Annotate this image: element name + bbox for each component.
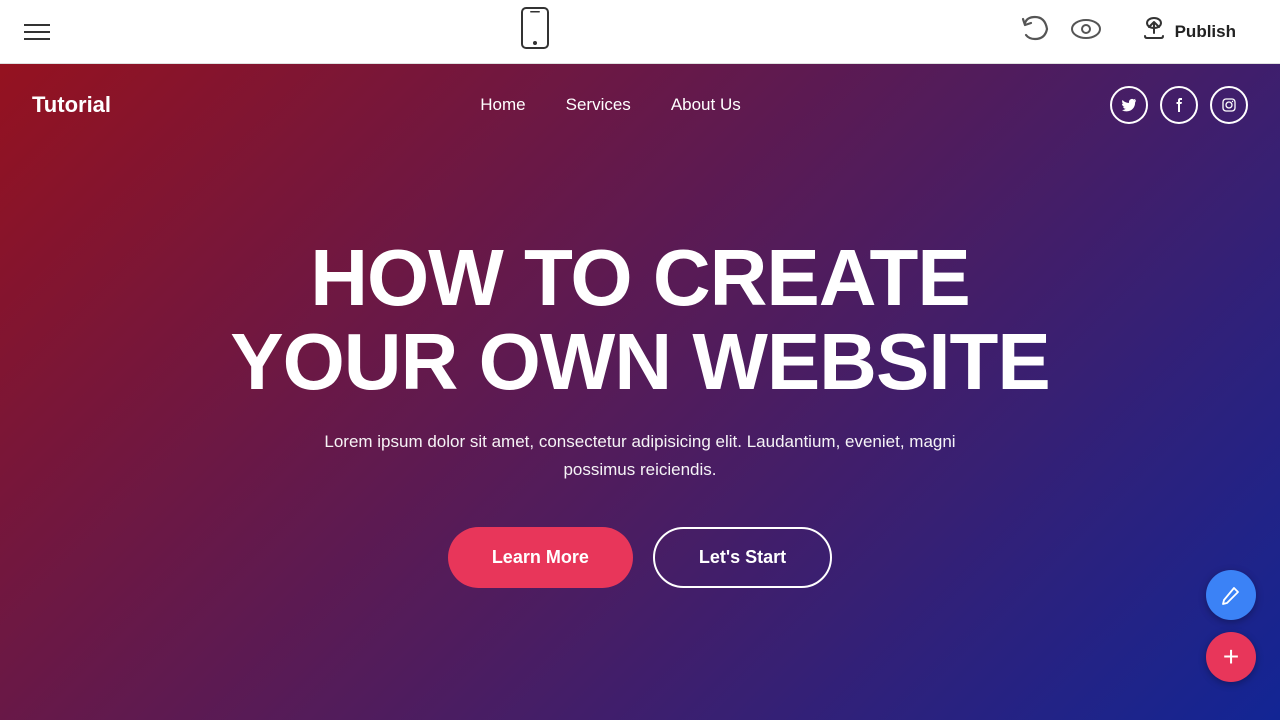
nav-home[interactable]: Home xyxy=(480,95,525,115)
twitter-icon[interactable] xyxy=(1110,86,1148,124)
hero-title-line2: YOUR OWN WEBSITE xyxy=(230,317,1050,406)
toolbar-right: Publish xyxy=(1021,6,1256,58)
nav-services[interactable]: Services xyxy=(566,95,631,115)
facebook-icon[interactable] xyxy=(1160,86,1198,124)
hero-buttons: Learn More Let's Start xyxy=(448,527,832,588)
undo-icon[interactable] xyxy=(1021,15,1051,49)
toolbar-left xyxy=(24,24,50,40)
add-icon: + xyxy=(1223,643,1239,671)
add-fab-button[interactable]: + xyxy=(1206,632,1256,682)
learn-more-button[interactable]: Learn More xyxy=(448,527,633,588)
website-preview: Tutorial Home Services About Us xyxy=(0,64,1280,720)
toolbar: Publish xyxy=(0,0,1280,64)
edit-fab-button[interactable] xyxy=(1206,570,1256,620)
hero-content: HOW TO CREATE YOUR OWN WEBSITE Lorem ips… xyxy=(230,236,1050,587)
nav-about[interactable]: About Us xyxy=(671,95,741,115)
site-logo: Tutorial xyxy=(32,92,111,118)
site-social-icons xyxy=(1110,86,1248,124)
menu-icon[interactable] xyxy=(24,24,50,40)
hero-title: HOW TO CREATE YOUR OWN WEBSITE xyxy=(230,236,1050,404)
site-navbar: Tutorial Home Services About Us xyxy=(0,64,1280,146)
lets-start-button[interactable]: Let's Start xyxy=(653,527,832,588)
phone-preview-icon[interactable] xyxy=(520,6,550,57)
upload-icon xyxy=(1141,16,1167,48)
instagram-icon[interactable] xyxy=(1210,86,1248,124)
preview-icon[interactable] xyxy=(1071,18,1101,46)
publish-button[interactable]: Publish xyxy=(1121,6,1256,58)
hero-subtitle: Lorem ipsum dolor sit amet, consectetur … xyxy=(290,428,990,482)
hero-title-line1: HOW TO CREATE xyxy=(310,233,970,322)
site-nav-links: Home Services About Us xyxy=(480,95,740,115)
publish-label: Publish xyxy=(1175,22,1236,42)
toolbar-center xyxy=(520,6,550,57)
